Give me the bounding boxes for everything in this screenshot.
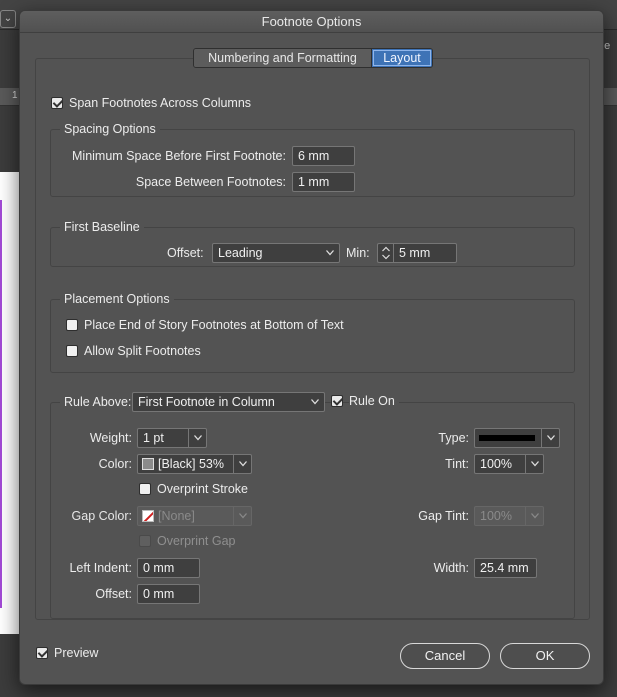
chevron-down-icon <box>541 429 559 447</box>
allow-split-checkbox[interactable] <box>66 345 78 357</box>
chevron-down-icon <box>188 429 206 447</box>
stroke-type-select[interactable] <box>474 428 560 448</box>
overprint-gap-checkbox[interactable] <box>139 535 151 547</box>
min-stepper[interactable] <box>377 243 393 263</box>
allow-split-label[interactable]: Allow Split Footnotes <box>84 344 201 358</box>
preview-checkbox[interactable] <box>36 647 48 659</box>
left-indent-field[interactable]: 0 mm <box>137 558 200 578</box>
preview-label[interactable]: Preview <box>54 646 98 660</box>
tab-layout[interactable]: Layout <box>372 49 432 67</box>
end-of-story-checkbox[interactable] <box>66 319 78 331</box>
width-label: Width: <box>433 561 469 575</box>
gap-tint-value: 100% <box>480 509 512 523</box>
space-between-label: Space Between Footnotes: <box>135 175 286 189</box>
gap-color-select[interactable]: [None] <box>137 506 252 526</box>
solid-stroke-swatch <box>479 435 535 441</box>
chevron-down-icon <box>233 507 251 525</box>
weight-label: Weight: <box>89 431 132 445</box>
chevron-down-icon <box>525 455 543 473</box>
chevron-down-icon <box>306 393 324 411</box>
cancel-button[interactable]: Cancel <box>400 643 490 669</box>
baseline-offset-select[interactable]: Leading <box>212 243 340 263</box>
rule-offset-label: Offset: <box>95 587 132 601</box>
first-baseline-title: First Baseline <box>60 220 144 234</box>
none-swatch-icon <box>142 510 154 522</box>
placement-options-group <box>50 299 575 373</box>
placement-options-title: Placement Options <box>60 292 174 306</box>
min-space-field[interactable]: 6 mm <box>292 146 355 166</box>
span-footnotes-label[interactable]: Span Footnotes Across Columns <box>69 96 251 110</box>
left-indent-label: Left Indent: <box>69 561 132 575</box>
end-of-story-label[interactable]: Place End of Story Footnotes at Bottom o… <box>84 318 344 332</box>
color-label: Color: <box>98 457 132 471</box>
color-swatch <box>142 458 154 470</box>
column-guide <box>0 200 2 608</box>
tab-numbering-formatting[interactable]: Numbering and Formatting <box>194 49 372 67</box>
gap-color-label: Gap Color: <box>71 509 132 523</box>
layout-panel: Span Footnotes Across Columns Spacing Op… <box>35 58 590 620</box>
rule-on-checkbox[interactable] <box>331 395 343 407</box>
tint-label: Tint: <box>445 457 469 471</box>
tint-value: 100% <box>480 457 512 471</box>
baseline-offset-label: Offset: <box>167 246 204 260</box>
baseline-min-label: Min: <box>346 246 370 260</box>
dialog-title: Footnote Options <box>20 11 603 33</box>
chevron-down-icon <box>525 507 543 525</box>
gap-tint-select[interactable]: 100% <box>474 506 544 526</box>
weight-value: 1 pt <box>143 431 164 445</box>
tint-select[interactable]: 100% <box>474 454 544 474</box>
space-between-field[interactable]: 1 mm <box>292 172 355 192</box>
app-dropdown-corner[interactable]: ⌄ <box>0 10 16 28</box>
color-value: [Black] 53% <box>158 457 225 471</box>
overprint-gap-label[interactable]: Overprint Gap <box>157 534 236 548</box>
width-field[interactable]: 25.4 mm <box>474 558 537 578</box>
rule-above-select[interactable]: First Footnote in Column <box>132 392 325 412</box>
ruler-mark: 1 <box>12 90 18 101</box>
chevron-down-icon <box>233 455 251 473</box>
rule-offset-field[interactable]: 0 mm <box>137 584 200 604</box>
overprint-stroke-checkbox[interactable] <box>139 483 151 495</box>
rule-above-value: First Footnote in Column <box>138 395 275 409</box>
weight-select[interactable]: 1 pt <box>137 428 207 448</box>
document-page <box>0 172 20 634</box>
rule-on-label[interactable]: Rule On <box>349 394 399 408</box>
stepper-arrows-icon <box>382 246 390 260</box>
type-label: Type: <box>438 431 469 445</box>
min-space-label: Minimum Space Before First Footnote: <box>72 149 286 163</box>
footnote-options-dialog: Footnote Options Span Footnotes Across C… <box>19 10 604 685</box>
spacing-options-title: Spacing Options <box>60 122 160 136</box>
baseline-offset-value: Leading <box>218 246 263 260</box>
gap-color-value: [None] <box>158 509 195 523</box>
chevron-down-icon <box>321 244 339 262</box>
tab-bar: Numbering and Formatting Layout <box>193 48 433 68</box>
span-footnotes-checkbox[interactable] <box>51 97 63 109</box>
rule-above-label: Rule Above: <box>60 395 136 409</box>
color-select[interactable]: [Black] 53% <box>137 454 252 474</box>
baseline-min-field[interactable]: 5 mm <box>393 243 457 263</box>
gap-tint-label: Gap Tint: <box>418 509 469 523</box>
ok-button[interactable]: OK <box>500 643 590 669</box>
overprint-stroke-label[interactable]: Overprint Stroke <box>157 482 248 496</box>
